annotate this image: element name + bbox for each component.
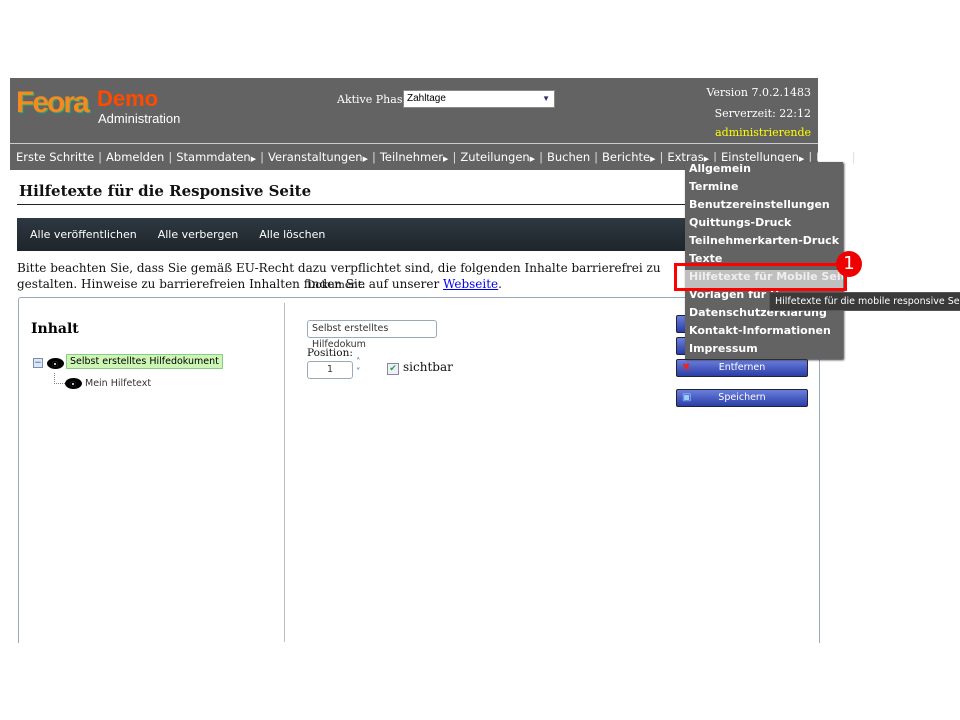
nav-separator: | bbox=[539, 150, 543, 164]
admin-subtitle: Administration bbox=[98, 111, 181, 126]
menu-item[interactable]: Kontakt-Informationen bbox=[685, 324, 843, 342]
submenu-arrow-icon: ▶ bbox=[842, 155, 848, 163]
nav-separator: | bbox=[851, 150, 856, 164]
tree-node-child[interactable]: Mein Hilfetext bbox=[85, 378, 151, 389]
visible-label: sichtbar bbox=[403, 360, 453, 374]
visible-checkbox[interactable]: ✔ bbox=[387, 363, 399, 375]
notice-end: . bbox=[498, 277, 502, 291]
settings-dropdown-menu: Allgemein Termine Benutzereinstellungen Qui… bbox=[685, 162, 843, 359]
tree-heading: Inhalt bbox=[31, 321, 79, 337]
close-icon: ✖ bbox=[682, 362, 691, 373]
nav-separator: | bbox=[371, 150, 376, 164]
nav-item[interactable]: Berichte bbox=[602, 150, 650, 164]
nav-item[interactable]: Abmelden bbox=[106, 150, 164, 164]
collapse-icon[interactable]: − bbox=[33, 358, 43, 368]
nav-separator: | bbox=[659, 150, 664, 164]
tooltip: Hilfetexte für die mobile responsive Sei… bbox=[769, 292, 960, 311]
position-label: Position: bbox=[307, 347, 353, 359]
chevron-down-icon: ▼ bbox=[542, 94, 550, 103]
server-time: Serverzeit: 22:12 bbox=[714, 107, 811, 120]
app-header: Feora Demo Administration Aktive Phase: … bbox=[10, 78, 856, 170]
nav-separator: | bbox=[260, 150, 264, 164]
demo-label: Demo bbox=[97, 86, 159, 111]
menu-item[interactable]: Quittungs-Druck bbox=[685, 216, 843, 234]
submenu-arrow-icon: ▶ bbox=[529, 155, 536, 163]
submenu-arrow-icon: ▶ bbox=[250, 155, 257, 163]
nav-separator: | bbox=[594, 150, 598, 164]
nav-item[interactable]: Stammdaten bbox=[176, 150, 250, 164]
phase-select[interactable]: Zahltage ▼ bbox=[403, 90, 555, 108]
nav-item[interactable]: Zuteilungen bbox=[460, 150, 529, 164]
menu-item[interactable]: Teilnehmerkarten-Druck bbox=[685, 234, 843, 252]
nav-item[interactable]: Buchen bbox=[547, 150, 590, 164]
nav-separator: | bbox=[98, 150, 103, 164]
divider bbox=[10, 143, 818, 144]
delete-all-button[interactable]: Alle löschen bbox=[259, 218, 325, 251]
version-text: Version 7.0.2.1483 bbox=[706, 86, 811, 99]
feora-logo: Feora bbox=[16, 86, 90, 119]
user-role[interactable]: administrierende bbox=[715, 126, 811, 139]
nav-item[interactable]: Erste Schritte bbox=[16, 150, 94, 164]
highlight-box bbox=[674, 263, 847, 291]
nav-separator: | bbox=[168, 150, 173, 164]
save-icon: ▣ bbox=[682, 392, 692, 403]
remove-label: Entfernen bbox=[718, 362, 766, 373]
menu-item[interactable]: Impressum bbox=[685, 342, 843, 360]
tree-node-root[interactable]: Selbst erstelltes Hilfedokument bbox=[66, 354, 223, 369]
position-input[interactable]: 1 bbox=[307, 361, 353, 379]
submenu-arrow-icon: ▶ bbox=[443, 155, 449, 163]
save-button[interactable]: ▣ Speichern bbox=[676, 389, 808, 407]
remove-button[interactable]: ✖ Entfernen bbox=[676, 359, 808, 377]
eye-icon[interactable] bbox=[65, 378, 82, 389]
step-badge: 1 bbox=[836, 251, 862, 277]
eye-icon[interactable] bbox=[47, 358, 64, 369]
menu-item[interactable]: Benutzereinstellungen bbox=[685, 198, 843, 216]
document-label: Dokument: bbox=[307, 279, 366, 291]
document-input[interactable]: Selbst erstelltes Hilfedokum bbox=[307, 320, 437, 350]
website-link[interactable]: Webseite bbox=[443, 277, 498, 291]
submenu-arrow-icon: ▶ bbox=[362, 155, 368, 163]
page-title: Hilfetexte für die Responsive Seite bbox=[19, 182, 312, 200]
submenu-arrow-icon: ▶ bbox=[650, 155, 656, 163]
phase-label: Aktive Phase: bbox=[337, 93, 413, 106]
menu-item[interactable]: Termine bbox=[685, 180, 843, 198]
nav-separator: | bbox=[452, 150, 457, 164]
hide-all-button[interactable]: Alle verbergen bbox=[158, 218, 239, 251]
publish-all-button[interactable]: Alle veröffentlichen bbox=[30, 218, 137, 251]
tree-connector bbox=[54, 373, 65, 384]
position-stepper[interactable]: ˄ ˅ bbox=[356, 358, 361, 378]
menu-item[interactable]: Allgemein bbox=[685, 162, 843, 180]
nav-item[interactable]: Veranstaltungen bbox=[268, 150, 363, 164]
save-label: Speichern bbox=[718, 392, 766, 403]
divider bbox=[284, 303, 285, 642]
nav-item[interactable]: Teilnehmer bbox=[380, 150, 443, 164]
phase-value: Zahltage bbox=[407, 93, 446, 104]
